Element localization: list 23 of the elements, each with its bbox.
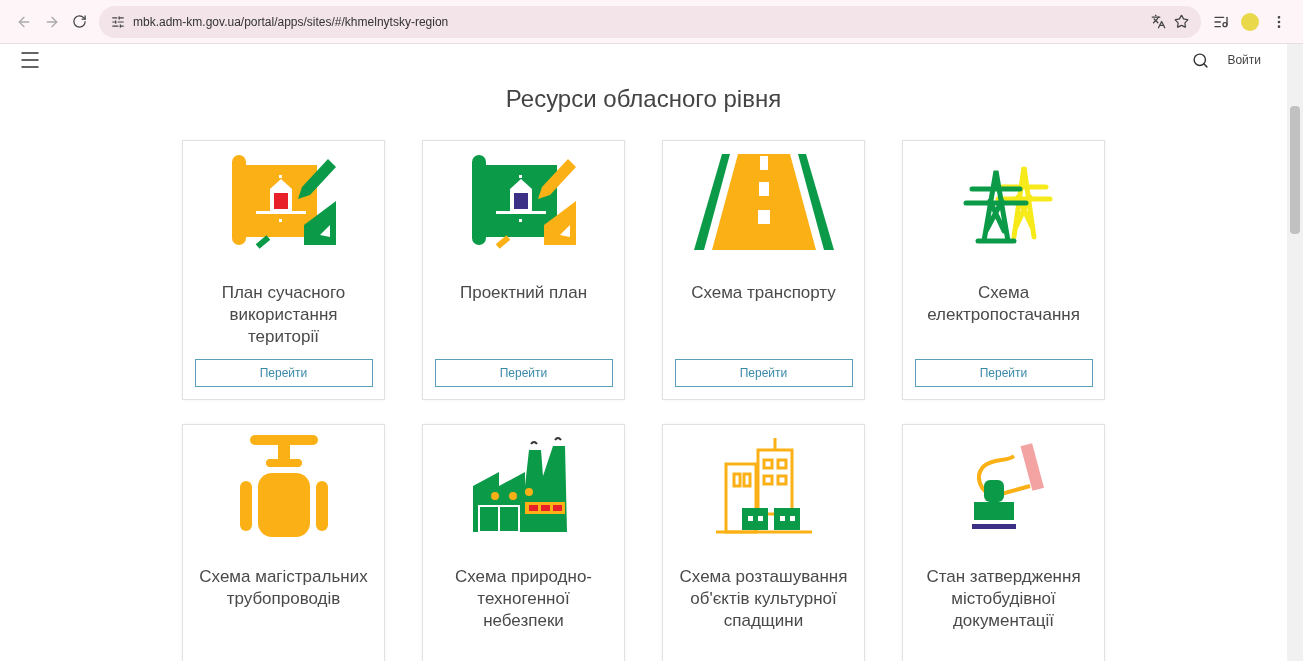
go-button[interactable]: Перейти — [914, 359, 1093, 387]
star-icon[interactable] — [1174, 14, 1189, 29]
translate-icon[interactable] — [1151, 14, 1166, 29]
search-icon[interactable] — [1192, 51, 1210, 69]
card-title: Схема природно-техногенної небезпеки — [454, 566, 593, 632]
card-title: Схема магістральних трубопроводів — [198, 566, 369, 610]
scrollbar[interactable] — [1287, 44, 1303, 661]
card-title: Схема електропостачання — [926, 282, 1081, 326]
page-title: Ресурси обласного рівня — [504, 84, 783, 114]
address-bar[interactable]: mbk.adm-km.gov.ua/portal/apps/sites/#/khmelnytsky-region — [99, 5, 1201, 38]
scrollbar-thumb[interactable] — [1290, 106, 1300, 234]
card-title: Проектний план — [459, 282, 588, 304]
card-title: Схема розташування об'єктів культурної спадщини — [678, 566, 849, 632]
login-link[interactable]: Войти — [1227, 51, 1261, 69]
go-button[interactable]: Перейти — [674, 359, 853, 387]
go-button[interactable]: Перейти — [194, 359, 373, 387]
card-title: Схема транспорту — [691, 282, 836, 304]
go-button[interactable]: Перейти — [434, 359, 613, 387]
card-title: План сучасного використання території — [220, 282, 347, 348]
url-text: mbk.adm-km.gov.ua/portal/apps/sites/#/khmelnytsky-region — [133, 13, 450, 31]
site-settings-icon[interactable] — [111, 14, 125, 29]
reload-icon[interactable] — [72, 14, 87, 29]
card-title: Стан затвердження містобудівної документації — [925, 566, 1082, 632]
